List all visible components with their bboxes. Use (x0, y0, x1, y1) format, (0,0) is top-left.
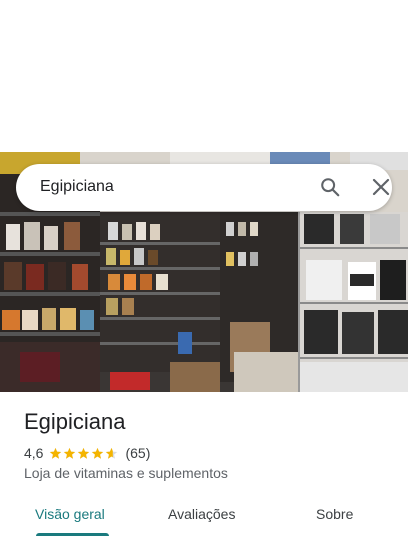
rating-row: 4,6 (65) (24, 444, 150, 462)
search-icon[interactable] (319, 176, 341, 198)
tab-reviews[interactable]: Avaliações (168, 506, 235, 522)
rating-stars (49, 447, 119, 460)
star-icon (50, 447, 62, 459)
star-icon (78, 447, 90, 459)
active-tab-indicator (36, 533, 109, 536)
tab-overview[interactable]: Visão geral (35, 506, 105, 522)
tab-about[interactable]: Sobre (316, 506, 353, 522)
place-tabs: Visão geral Avaliações Sobre (0, 500, 408, 544)
search-input[interactable]: Egipiciana (40, 178, 114, 196)
star-icon (92, 447, 104, 459)
star-icon (106, 447, 118, 459)
search-bar[interactable]: Egipiciana (16, 164, 392, 211)
place-category: Loja de vitaminas e suplementos (24, 465, 228, 481)
place-name: Egipiciana (24, 409, 126, 434)
review-count[interactable]: (65) (125, 445, 150, 461)
close-icon[interactable] (371, 177, 391, 197)
star-icon (64, 447, 76, 459)
rating-value: 4,6 (24, 445, 44, 461)
